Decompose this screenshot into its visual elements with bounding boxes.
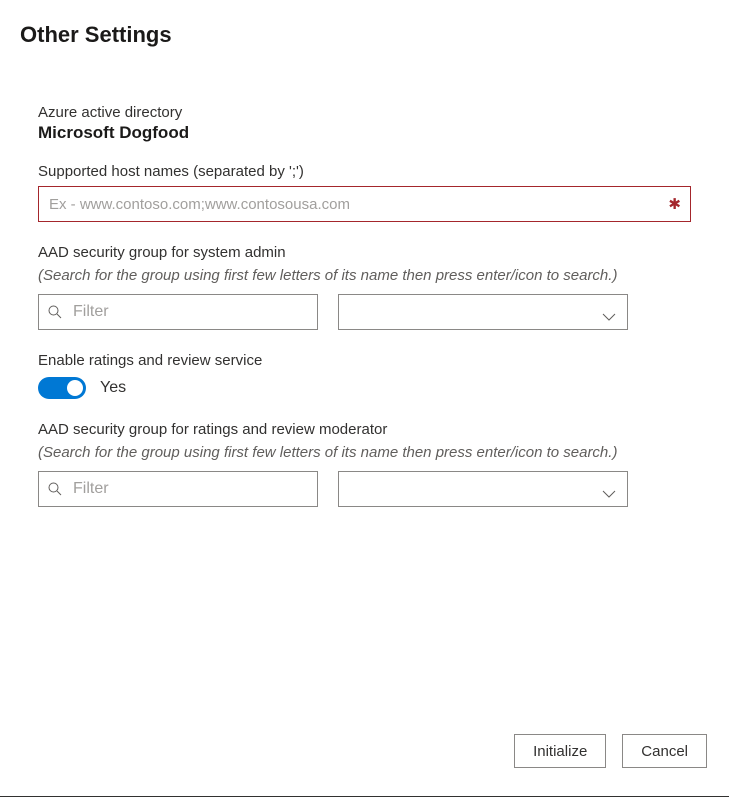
directory-name: Microsoft Dogfood [38,123,691,143]
ratings-toggle[interactable] [38,377,86,399]
admin-group-row [38,294,691,330]
moderator-group-hint: (Search for the group using first few le… [38,444,691,461]
admin-group-filter-input[interactable] [38,294,318,330]
admin-group-label: AAD security group for system admin [38,244,691,261]
directory-label: Azure active directory [38,104,691,121]
hostnames-field-wrapper: ✱ [38,186,691,222]
moderator-group-label: AAD security group for ratings and revie… [38,421,691,438]
panel-content: Azure active directory Microsoft Dogfood… [0,48,729,507]
ratings-toggle-label: Enable ratings and review service [38,352,691,369]
ratings-toggle-state: Yes [100,379,126,397]
moderator-group-row [38,471,691,507]
admin-group-select[interactable] [338,294,628,330]
admin-group-hint: (Search for the group using first few le… [38,267,691,284]
hostnames-label: Supported host names (separated by ';') [38,163,691,180]
cancel-button[interactable]: Cancel [622,734,707,768]
initialize-button[interactable]: Initialize [514,734,606,768]
moderator-group-select[interactable] [338,471,628,507]
admin-group-filter-wrapper [38,294,318,330]
panel-header: Other Settings [0,0,729,48]
moderator-group-filter-wrapper [38,471,318,507]
moderator-group-select-wrapper [338,471,628,507]
admin-group-select-wrapper [338,294,628,330]
toggle-knob [67,380,83,396]
ratings-toggle-row: Yes [38,377,691,399]
footer-actions: Initialize Cancel [514,734,707,768]
hostnames-input[interactable] [38,186,691,222]
page-title: Other Settings [20,22,709,48]
moderator-group-filter-input[interactable] [38,471,318,507]
